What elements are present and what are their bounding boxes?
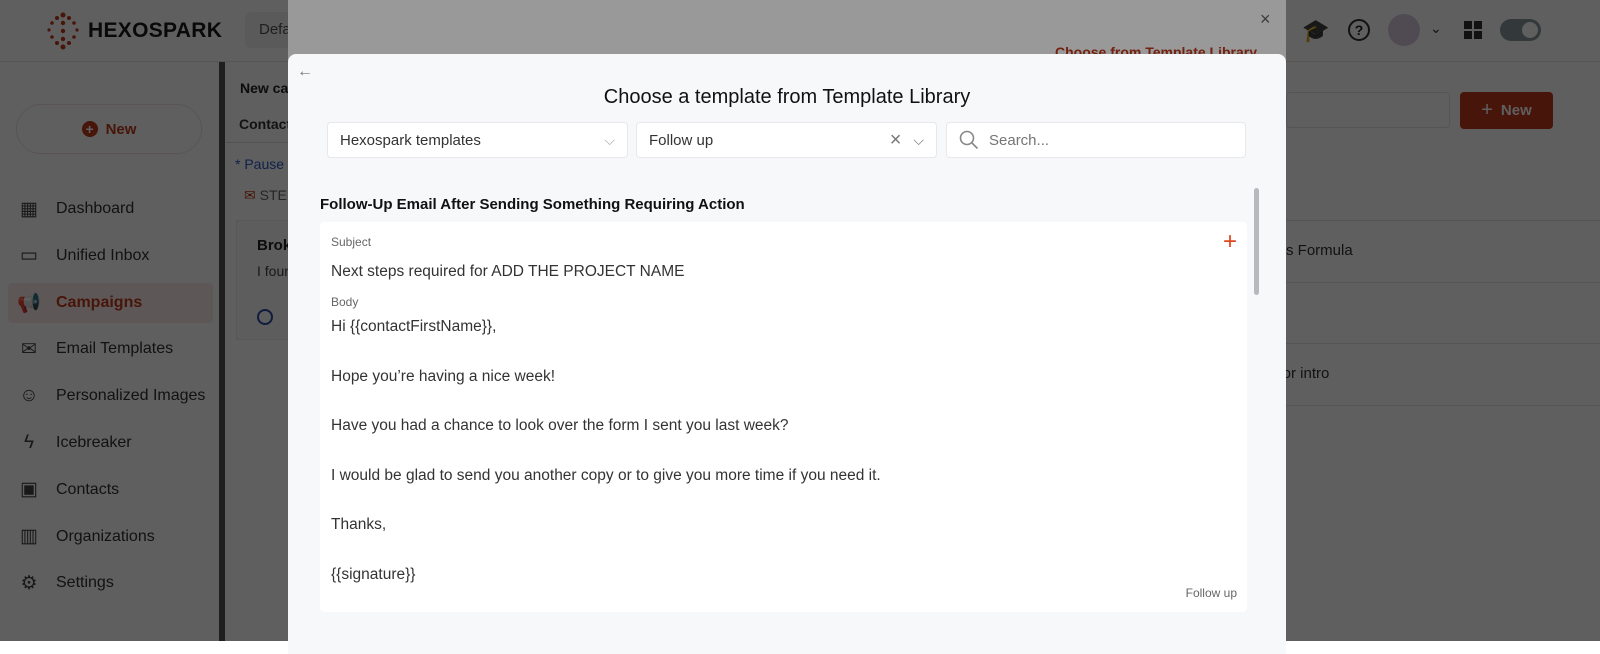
back-arrow-icon[interactable]: ← [297, 63, 313, 81]
clear-icon[interactable]: × [890, 129, 902, 152]
modal-scrollbar[interactable] [1254, 188, 1259, 295]
search-input[interactable] [989, 131, 1229, 149]
body-line: Have you had a chance to look over the f… [331, 417, 789, 435]
body-line [331, 389, 881, 414]
template-source-value: Hexospark templates [340, 131, 481, 149]
body-line: Hope you’re having a nice week! [331, 367, 556, 385]
body-line: I would be glad to send you another copy… [331, 466, 881, 484]
body-line [331, 489, 881, 514]
template-tag: Follow up [1185, 586, 1237, 600]
body-line [331, 340, 881, 365]
body-line [331, 439, 881, 464]
modal-title: Choose a template from Template Library [603, 86, 971, 108]
add-template-plus-icon[interactable]: + [1223, 228, 1237, 256]
template-preview-card[interactable]: Subject + Next steps required for ADD TH… [320, 222, 1247, 612]
template-library-modal: ← Choose a template from Template Librar… [288, 54, 1286, 654]
subject-label: Subject [331, 235, 372, 249]
body-line: Thanks, [331, 516, 387, 534]
body-line: Hi {{contactFirstName}}, [331, 318, 497, 335]
search-field[interactable] [946, 122, 1246, 158]
chevron-down-icon: ⌵ [604, 131, 615, 148]
template-source-select[interactable]: Hexospark templates ⌵ [327, 122, 628, 158]
body-line [331, 538, 881, 563]
body-text: Hi {{contactFirstName}}, Hope you’re havi… [331, 315, 881, 588]
body-label: Body [331, 295, 359, 309]
chevron-down-icon: ⌵ [913, 131, 924, 148]
template-name: Follow-Up Email After Sending Something … [320, 196, 745, 213]
category-value: Follow up [649, 131, 714, 149]
category-select[interactable]: Follow up × ⌵ [636, 122, 937, 158]
body-line: {{signature}} [331, 565, 416, 583]
search-icon [959, 130, 979, 150]
subject-text: Next steps required for ADD THE PROJECT … [331, 263, 685, 280]
